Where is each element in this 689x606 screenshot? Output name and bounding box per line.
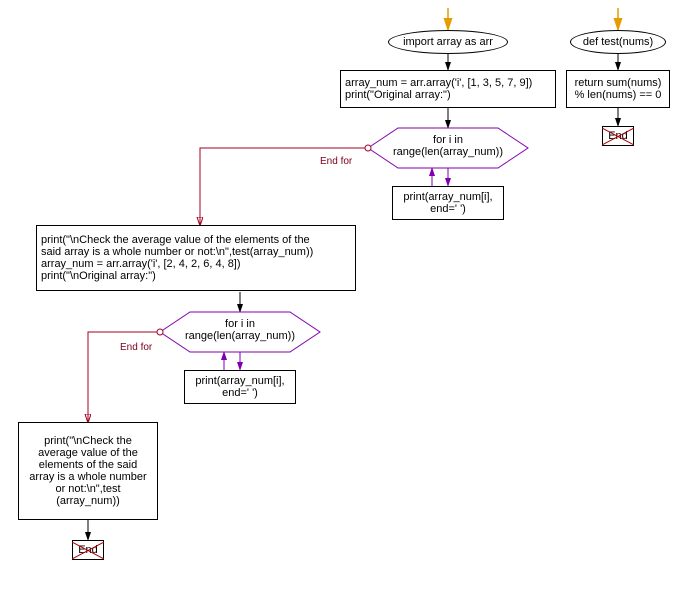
end-terminal-main: End xyxy=(72,540,104,560)
process-init-array: array_num = arr.array('i', [1, 3, 5, 7, … xyxy=(340,70,556,108)
endfor-label-1: End for xyxy=(320,156,352,167)
loop2-label: for i in range(len(array_num)) xyxy=(180,318,300,342)
terminal-import: import array as arr xyxy=(388,30,508,54)
process-check2: print("\nCheck the average value of the … xyxy=(18,422,158,520)
loop2-body: print(array_num[i], end=' ') xyxy=(184,370,296,404)
loop1-label: for i in range(len(array_num)) xyxy=(388,134,508,158)
endfor-label-2: End for xyxy=(120,342,152,353)
loop1-body: print(array_num[i], end=' ') xyxy=(392,186,504,220)
terminal-def-test: def test(nums) xyxy=(570,30,666,54)
end-terminal-test: End xyxy=(602,126,634,146)
process-check1-reinit: print("\nCheck the average value of the … xyxy=(36,225,356,291)
process-return: return sum(nums) % len(nums) == 0 xyxy=(566,70,670,108)
